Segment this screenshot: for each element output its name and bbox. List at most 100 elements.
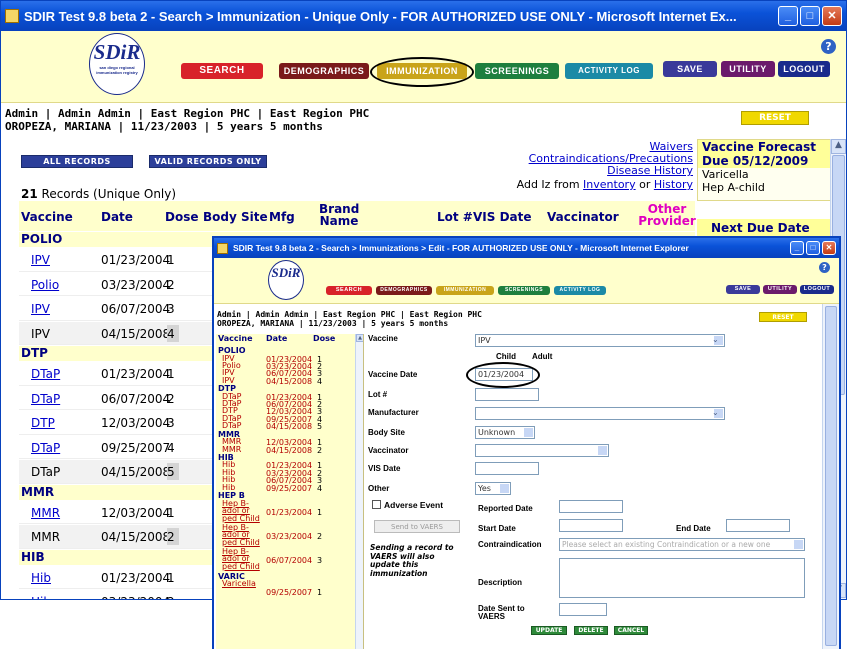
nav-search[interactable]: SEARCH xyxy=(326,286,372,295)
list-item[interactable]: Hep B-adol or ped Child 03/23/2004 2 xyxy=(216,523,354,548)
list-item[interactable]: Varicella 09/25/2007 1 xyxy=(216,580,354,604)
nav-immunization[interactable]: IMMUNIZATION xyxy=(436,286,494,295)
body-site-select[interactable]: Unknown xyxy=(475,426,535,439)
adverse-event-checkbox[interactable] xyxy=(372,500,381,509)
list-item[interactable]: IPV 04/15/2008 4 xyxy=(216,376,354,385)
list-item[interactable]: Hep B-adol or ped Child 06/07/2004 3 xyxy=(216,547,354,572)
popup-scroll-thumb[interactable] xyxy=(825,306,837,646)
vaccine-link[interactable]: IPV xyxy=(31,253,50,267)
reset-button[interactable]: RESET xyxy=(759,312,807,322)
sdir-logo: SDiR san diego regional immunization reg… xyxy=(89,33,145,95)
vaccine-select[interactable]: IPV xyxy=(475,334,725,347)
list-vaccine[interactable]: Hib xyxy=(222,483,262,492)
end-date-input[interactable] xyxy=(726,519,790,532)
nav-utility[interactable]: UTILITY xyxy=(721,61,775,77)
nav-demographics[interactable]: DEMOGRAPHICS xyxy=(376,286,432,295)
minimize-icon[interactable]: _ xyxy=(778,6,798,26)
list-vaccine[interactable]: DTaP xyxy=(222,422,262,430)
nav-logout[interactable]: LOGOUT xyxy=(800,285,834,294)
help-icon[interactable]: ? xyxy=(819,262,830,273)
vaccine-date: 09/25/2007 xyxy=(101,440,171,455)
description-textarea[interactable] xyxy=(559,558,805,598)
nav-screenings[interactable]: SCREENINGS xyxy=(475,63,559,79)
list-item[interactable]: MMR 04/15/2008 2 xyxy=(216,445,354,454)
nav-utility[interactable]: UTILITY xyxy=(763,285,797,294)
edit-form: Vaccine IPV ⌄ Child Adult Vaccine Date 0… xyxy=(366,332,816,649)
list-vaccine[interactable]: IPV xyxy=(222,376,262,385)
list-dose: 4 xyxy=(317,483,323,493)
inventory-link[interactable]: Inventory xyxy=(583,178,636,191)
col-other-provider: Other Provider xyxy=(638,202,696,228)
edit-popup-window: SDIR Test 9.8 beta 2 - Search > Immuniza… xyxy=(212,236,841,649)
maximize-icon[interactable]: □ xyxy=(800,6,820,26)
vaccine-link[interactable]: Hib xyxy=(31,571,51,585)
list-dose: 5 xyxy=(317,422,323,432)
col-date: Date xyxy=(101,210,133,224)
vaccine-link[interactable]: IPV xyxy=(31,302,50,316)
vaccine-link[interactable]: Hib xyxy=(31,595,51,599)
date-sent-input[interactable] xyxy=(559,603,607,616)
lot-input[interactable] xyxy=(475,388,539,401)
popup-header: SDiR ? SEARCH DEMOGRAPHICS IMMUNIZATION … xyxy=(214,258,839,304)
start-date-input[interactable] xyxy=(559,519,623,532)
nav-screenings[interactable]: SCREENINGS xyxy=(498,286,550,295)
cancel-button[interactable]: CANCEL xyxy=(614,626,648,635)
vis-date-label: VIS Date xyxy=(368,464,401,473)
list-vaccine[interactable]: Hep B-adol or ped Child xyxy=(222,547,262,571)
vaccine-link: MMR xyxy=(31,530,61,544)
nav-save[interactable]: SAVE xyxy=(726,285,760,294)
popup-maximize-icon[interactable]: □ xyxy=(806,241,820,255)
reset-button[interactable]: RESET xyxy=(741,111,809,125)
links-panel: Waivers Contraindications/Precautions Di… xyxy=(461,141,693,191)
scroll-up-icon[interactable]: ▲ xyxy=(831,139,846,154)
vaccine-date: 04/15/2008 xyxy=(101,326,171,341)
list-scroll-up-icon[interactable]: ▲ xyxy=(356,334,363,342)
vis-date-input[interactable] xyxy=(475,462,539,475)
list-date: 09/25/2007 xyxy=(266,483,313,493)
reported-date-input[interactable] xyxy=(559,500,623,513)
dose-cell: 4 xyxy=(167,324,179,342)
disease-history-link[interactable]: Disease History xyxy=(607,164,693,177)
or-label: or xyxy=(639,178,651,191)
child-label: Child xyxy=(496,352,516,361)
popup-minimize-icon[interactable]: _ xyxy=(790,241,804,255)
vaccine-link[interactable]: MMR xyxy=(31,506,60,520)
vaccine-link[interactable]: DTaP xyxy=(31,441,60,455)
description-label: Description xyxy=(478,578,523,587)
nav-demographics[interactable]: DEMOGRAPHICS xyxy=(279,63,369,79)
vaccine-link[interactable]: DTP xyxy=(31,416,55,430)
nav-logout[interactable]: LOGOUT xyxy=(778,61,830,77)
help-icon[interactable]: ? xyxy=(821,39,836,54)
nav-activity-log[interactable]: ACTIVITY LOG xyxy=(554,286,606,295)
update-button[interactable]: UPDATE xyxy=(531,626,567,635)
vaccine-link[interactable]: Polio xyxy=(31,278,59,292)
dose-cell: 1 xyxy=(167,505,175,520)
popup-close-icon[interactable]: ✕ xyxy=(822,241,836,255)
vaccine-forecast-panel: Vaccine Forecast Due 05/12/2009 Varicell… xyxy=(697,139,831,201)
history-link[interactable]: History xyxy=(654,178,693,191)
list-date: 03/23/2004 xyxy=(266,531,313,541)
list-vaccine[interactable]: Varicella xyxy=(222,580,262,588)
next-due-label: Next Due Date xyxy=(711,221,810,235)
other-select[interactable]: Yes xyxy=(475,482,511,495)
manufacturer-select[interactable] xyxy=(475,407,725,420)
forecast-title: Vaccine Forecast xyxy=(698,140,830,154)
vaccine-link[interactable]: DTaP xyxy=(31,392,60,406)
popup-scrollbar[interactable] xyxy=(822,304,839,649)
list-vaccine[interactable]: Hep B-adol or ped Child xyxy=(222,523,262,547)
list-vaccine[interactable]: Hep B-adol or ped Child xyxy=(222,499,262,523)
list-item[interactable]: Hep B-adol or ped Child 01/23/2004 1 xyxy=(216,499,354,524)
send-to-vaers-button[interactable]: Send to VAERS xyxy=(374,520,460,533)
contraindication-select[interactable]: Please select an existing Contraindicati… xyxy=(559,538,805,551)
all-records-button[interactable]: ALL RECORDS xyxy=(21,155,133,168)
vaccine-link[interactable]: DTaP xyxy=(31,367,60,381)
list-vaccine[interactable]: MMR xyxy=(222,445,262,454)
nav-save[interactable]: SAVE xyxy=(663,61,717,77)
delete-button[interactable]: DELETE xyxy=(574,626,608,635)
nav-search[interactable]: SEARCH xyxy=(181,63,263,79)
vaccinator-select[interactable] xyxy=(475,444,609,457)
list-scrollbar[interactable]: ▲ xyxy=(355,334,363,649)
close-icon[interactable]: ✕ xyxy=(822,6,842,26)
valid-records-button[interactable]: VALID RECORDS ONLY xyxy=(149,155,267,168)
nav-activity-log[interactable]: ACTIVITY LOG xyxy=(565,63,653,79)
